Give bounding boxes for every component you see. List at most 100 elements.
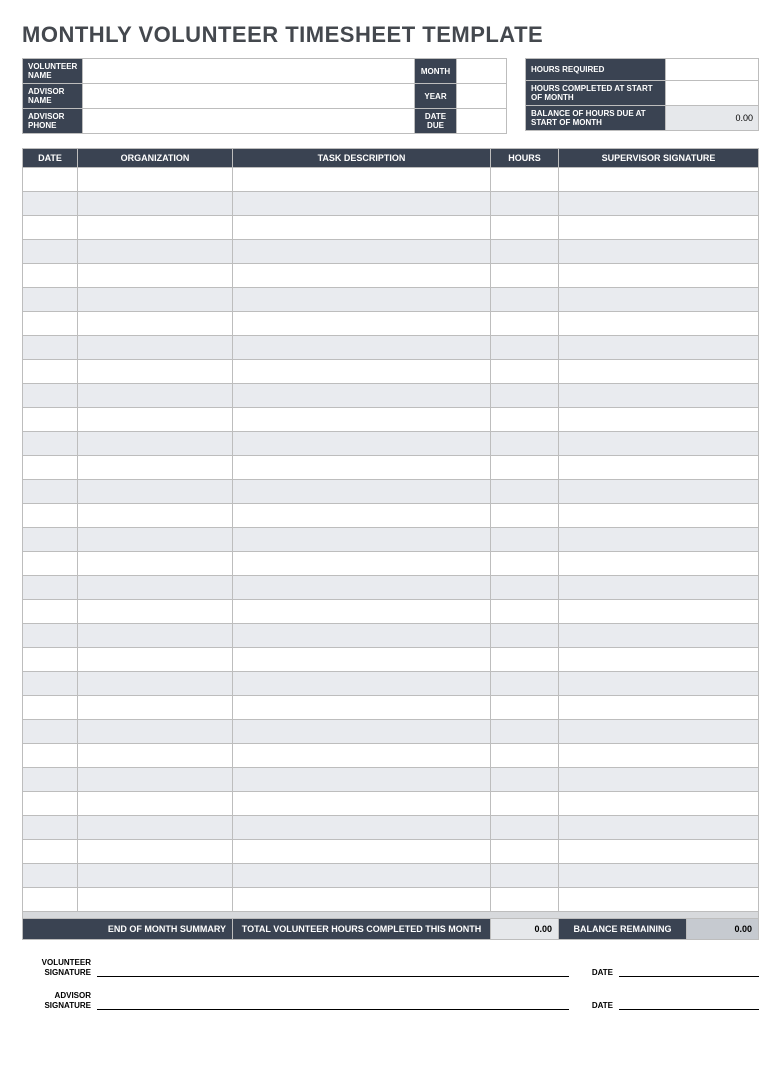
- cell[interactable]: [491, 696, 559, 720]
- cell[interactable]: [78, 312, 233, 336]
- cell[interactable]: [559, 168, 759, 192]
- cell[interactable]: [233, 408, 491, 432]
- cell[interactable]: [23, 504, 78, 528]
- cell[interactable]: [233, 456, 491, 480]
- cell[interactable]: [491, 264, 559, 288]
- cell[interactable]: [559, 456, 759, 480]
- cell[interactable]: [233, 216, 491, 240]
- cell[interactable]: [78, 360, 233, 384]
- cell[interactable]: [233, 384, 491, 408]
- cell[interactable]: [78, 240, 233, 264]
- cell[interactable]: [491, 384, 559, 408]
- cell[interactable]: [233, 624, 491, 648]
- cell[interactable]: [78, 432, 233, 456]
- cell[interactable]: [78, 624, 233, 648]
- cell[interactable]: [559, 312, 759, 336]
- cell[interactable]: [78, 384, 233, 408]
- cell[interactable]: [233, 840, 491, 864]
- cell[interactable]: [23, 480, 78, 504]
- cell[interactable]: [233, 648, 491, 672]
- cell[interactable]: [559, 432, 759, 456]
- cell[interactable]: [491, 504, 559, 528]
- cell[interactable]: [559, 624, 759, 648]
- cell[interactable]: [559, 720, 759, 744]
- cell[interactable]: [23, 360, 78, 384]
- cell[interactable]: [23, 888, 78, 912]
- cell[interactable]: [559, 408, 759, 432]
- cell[interactable]: [78, 552, 233, 576]
- cell[interactable]: [491, 552, 559, 576]
- cell[interactable]: [233, 432, 491, 456]
- cell[interactable]: [78, 768, 233, 792]
- cell[interactable]: [559, 600, 759, 624]
- cell[interactable]: [559, 864, 759, 888]
- cell[interactable]: [233, 744, 491, 768]
- cell[interactable]: [491, 480, 559, 504]
- cell[interactable]: [78, 216, 233, 240]
- cell[interactable]: [559, 576, 759, 600]
- cell[interactable]: [491, 432, 559, 456]
- cell[interactable]: [78, 168, 233, 192]
- cell[interactable]: [23, 600, 78, 624]
- cell[interactable]: [78, 696, 233, 720]
- cell[interactable]: [559, 480, 759, 504]
- cell[interactable]: [559, 528, 759, 552]
- cell[interactable]: [23, 816, 78, 840]
- cell[interactable]: [491, 600, 559, 624]
- cell[interactable]: [23, 336, 78, 360]
- cell[interactable]: [559, 816, 759, 840]
- cell[interactable]: [233, 864, 491, 888]
- hours-required-field[interactable]: [666, 59, 759, 81]
- cell[interactable]: [491, 240, 559, 264]
- cell[interactable]: [559, 744, 759, 768]
- cell[interactable]: [78, 864, 233, 888]
- volunteer-name-field[interactable]: [83, 59, 415, 84]
- cell[interactable]: [23, 408, 78, 432]
- cell[interactable]: [23, 264, 78, 288]
- cell[interactable]: [559, 384, 759, 408]
- cell[interactable]: [233, 552, 491, 576]
- cell[interactable]: [491, 648, 559, 672]
- cell[interactable]: [559, 504, 759, 528]
- cell[interactable]: [559, 696, 759, 720]
- cell[interactable]: [23, 288, 78, 312]
- cell[interactable]: [233, 528, 491, 552]
- cell[interactable]: [559, 672, 759, 696]
- advisor-name-field[interactable]: [83, 84, 415, 109]
- cell[interactable]: [233, 504, 491, 528]
- cell[interactable]: [491, 576, 559, 600]
- cell[interactable]: [78, 576, 233, 600]
- cell[interactable]: [78, 192, 233, 216]
- cell[interactable]: [491, 288, 559, 312]
- cell[interactable]: [491, 744, 559, 768]
- volunteer-signature-line[interactable]: [97, 963, 569, 977]
- advisor-phone-field[interactable]: [83, 109, 415, 134]
- cell[interactable]: [491, 192, 559, 216]
- cell[interactable]: [491, 672, 559, 696]
- cell[interactable]: [23, 576, 78, 600]
- cell[interactable]: [78, 648, 233, 672]
- cell[interactable]: [78, 672, 233, 696]
- cell[interactable]: [23, 696, 78, 720]
- cell[interactable]: [491, 528, 559, 552]
- cell[interactable]: [233, 312, 491, 336]
- cell[interactable]: [23, 432, 78, 456]
- cell[interactable]: [559, 792, 759, 816]
- cell[interactable]: [23, 456, 78, 480]
- cell[interactable]: [491, 864, 559, 888]
- month-field[interactable]: [457, 59, 507, 84]
- cell[interactable]: [559, 840, 759, 864]
- cell[interactable]: [78, 792, 233, 816]
- cell[interactable]: [78, 456, 233, 480]
- cell[interactable]: [559, 552, 759, 576]
- cell[interactable]: [233, 264, 491, 288]
- cell[interactable]: [78, 288, 233, 312]
- cell[interactable]: [23, 840, 78, 864]
- cell[interactable]: [233, 816, 491, 840]
- cell[interactable]: [233, 360, 491, 384]
- cell[interactable]: [233, 600, 491, 624]
- cell[interactable]: [233, 672, 491, 696]
- cell[interactable]: [491, 888, 559, 912]
- cell[interactable]: [491, 840, 559, 864]
- cell[interactable]: [23, 528, 78, 552]
